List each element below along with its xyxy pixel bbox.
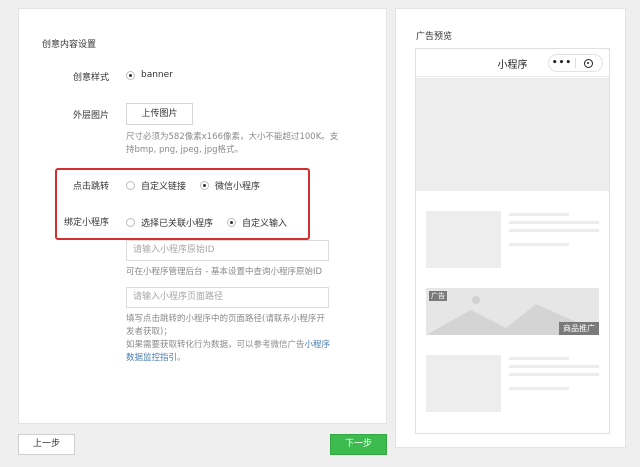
bind-label: 绑定小程序	[63, 218, 109, 228]
page-path-input[interactable]: 请输入小程序页面路径	[126, 287, 329, 308]
placeholder-thumb	[426, 355, 501, 412]
bind-option-linked[interactable]: 选择已关联小程序	[126, 216, 213, 229]
ad-banner-card: 广告 商品推广	[426, 288, 599, 335]
style-option-label: banner	[141, 70, 173, 80]
jump-label: 点击跳转	[72, 182, 109, 192]
data-monitor-guide-link[interactable]: 数据监控指引	[126, 353, 177, 363]
radio-selected-icon	[227, 218, 236, 227]
placeholder-line	[509, 373, 599, 376]
close-icon	[576, 58, 602, 68]
image-hint: 尺寸必须为582像素x166像素，大小不能超过100K。支 持bmp, png,…	[126, 132, 339, 155]
appid-input[interactable]: 请输入小程序原始ID	[126, 240, 329, 261]
more-icon: •••	[551, 58, 573, 68]
mini-program-capsule: •••	[548, 54, 603, 72]
radio-selected-icon	[200, 181, 209, 190]
placeholder-thumb	[426, 211, 501, 268]
creative-settings-panel: 创意内容设置 创意样式 banner 外层图片 上传图片 尺寸必须为582像素x…	[18, 8, 387, 424]
previous-step-button[interactable]: 上一步	[18, 434, 75, 455]
placeholder-line	[509, 387, 569, 390]
next-step-button[interactable]: 下一步	[330, 434, 387, 455]
phone-mockup: 小程序 ••• 广告 商品推广	[415, 48, 610, 434]
ad-tag: 广告	[429, 291, 447, 301]
placeholder-line	[509, 243, 569, 246]
placeholder-line	[509, 213, 569, 216]
placeholder-line	[509, 229, 599, 232]
placeholder-line	[509, 365, 599, 368]
radio-unselected-icon	[126, 181, 135, 190]
placeholder-line	[509, 357, 569, 360]
upload-image-button[interactable]: 上传图片	[126, 103, 193, 125]
ad-preview-panel: 广告预览 小程序 ••• 广告 商品推广	[395, 8, 626, 448]
style-label: 创意样式	[72, 73, 109, 83]
style-option-banner[interactable]: banner	[126, 70, 173, 80]
jump-option-mini-program[interactable]: 微信小程序	[200, 179, 260, 192]
page-path-hint: 填写点击跳转的小程序中的页面路径(请联系小程序开 发者获取)； 如果需要获取转化…	[126, 314, 331, 363]
jump-option-custom-link[interactable]: 自定义链接	[126, 179, 186, 192]
radio-unselected-icon	[126, 218, 135, 227]
appid-hint: 可在小程序管理后台 - 基本设置中查询小程序原始ID	[126, 267, 323, 277]
mini-program-link[interactable]: 小程序	[305, 340, 331, 350]
image-label: 外层图片	[72, 111, 109, 121]
product-promo-badge: 商品推广	[559, 322, 599, 335]
placeholder-line	[509, 221, 599, 224]
bind-option-custom[interactable]: 自定义输入	[227, 216, 287, 229]
preview-title: 广告预览	[416, 32, 453, 42]
placeholder-banner	[416, 78, 609, 191]
radio-selected-icon	[126, 70, 135, 80]
panel-title: 创意内容设置	[42, 40, 97, 50]
phone-header: 小程序 •••	[416, 49, 609, 77]
